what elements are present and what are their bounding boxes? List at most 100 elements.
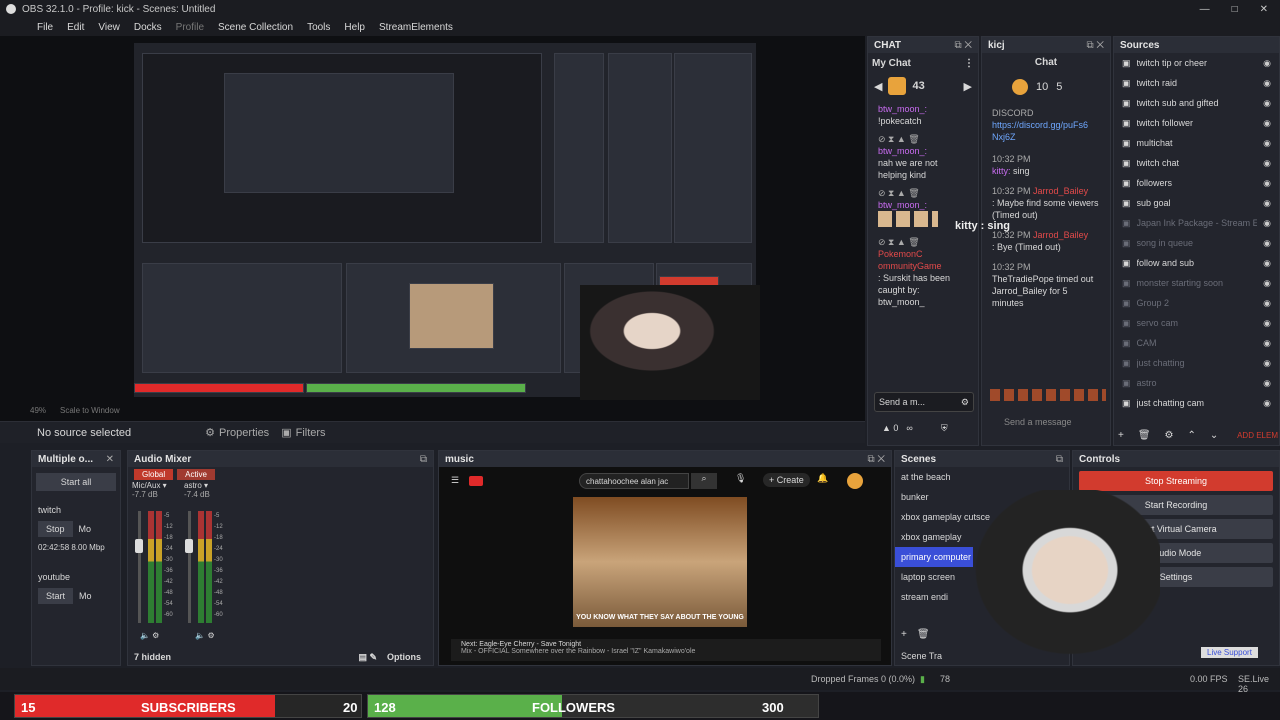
source-item[interactable]: ▣ twitch follower ◉ <box>1114 113 1279 133</box>
visibility-eye-icon[interactable]: ◉ <box>1263 398 1271 409</box>
visibility-eye-icon[interactable]: ◉ <box>1263 58 1271 69</box>
menu-help[interactable]: Help <box>344 22 365 33</box>
visibility-eye-icon[interactable]: ◉ <box>1263 158 1271 169</box>
chat-username[interactable]: PokemonC ommunityGame <box>878 249 942 271</box>
close-icon[interactable]: ✕ <box>106 454 114 465</box>
youtube-search-input[interactable]: chattahoochee alan jac <box>579 473 689 489</box>
source-item[interactable]: ▣ follow and sub ◉ <box>1114 253 1279 273</box>
source-item[interactable]: ▣ monster starting soon ◉ <box>1114 273 1279 293</box>
visibility-eye-icon[interactable]: ◉ <box>1263 358 1271 369</box>
kebab-menu-icon[interactable]: ⋮ <box>964 58 974 69</box>
remove-scene-icon[interactable]: 🗑 <box>917 629 930 640</box>
create-button[interactable]: + Create <box>763 473 810 487</box>
visibility-eye-icon[interactable]: ◉ <box>1263 118 1271 129</box>
discord-link[interactable]: https://discord.gg/puFs6 Nxj6Z <box>992 119 1100 143</box>
close-icon[interactable]: ⧉ ✕ <box>954 40 972 51</box>
options-button[interactable]: Options <box>387 652 421 662</box>
search-icon[interactable]: ⌕ <box>691 473 717 489</box>
filters-button[interactable]: ▣ Filters <box>281 426 325 440</box>
menu-streamelements[interactable]: StreamElements <box>379 22 453 33</box>
zoom-level[interactable]: 49% <box>30 406 46 415</box>
menu-docks[interactable]: Docks <box>134 22 162 33</box>
add-element-button[interactable]: ADD ELEM <box>1237 431 1278 440</box>
source-item[interactable]: ▣ followers ◉ <box>1114 173 1279 193</box>
layout-icon[interactable]: ▤ ✎ <box>358 652 377 663</box>
source-item[interactable]: ▣ sub goal ◉ <box>1114 193 1279 213</box>
move-up-icon[interactable]: ⌃ <box>1188 430 1196 441</box>
chat-username[interactable]: btw_moon_: <box>878 104 927 114</box>
source-item[interactable]: ▣ Japan Ink Package - Stream Ende ◉ <box>1114 213 1279 233</box>
menu-file[interactable]: File <box>37 22 53 33</box>
mod-icons[interactable]: ⊘ ⧗ ▲ 🗑 <box>878 188 920 198</box>
source-item[interactable]: ▣ Group 2 ◉ <box>1114 293 1279 313</box>
source-settings-icon[interactable]: ⚙ <box>1165 430 1174 441</box>
scene-item[interactable]: at the beach <box>895 467 1069 487</box>
menu-edit[interactable]: Edit <box>67 22 84 33</box>
add-source-icon[interactable]: + <box>1118 430 1124 441</box>
hidden-count[interactable]: 7 hidden <box>134 652 171 662</box>
tab-global[interactable]: Global <box>134 469 174 480</box>
chat-username[interactable]: btw_moon_: <box>878 146 927 156</box>
next-up[interactable]: Next: Eagle-Eye Cherry - Save Tonight <box>461 641 871 648</box>
start-all-button[interactable]: Start all <box>36 473 116 491</box>
source-item[interactable]: ▣ multichat ◉ <box>1114 133 1279 153</box>
visibility-eye-icon[interactable]: ◉ <box>1263 318 1271 329</box>
source-item[interactable]: ▣ twitch raid ◉ <box>1114 73 1279 93</box>
float-icon[interactable]: ⧉ <box>420 454 427 465</box>
visibility-eye-icon[interactable]: ◉ <box>1263 278 1271 289</box>
chevron-left-icon[interactable]: ◀ <box>874 80 882 93</box>
scene-transition[interactable]: Scene Tra <box>901 651 942 661</box>
youtube-logo-icon[interactable] <box>469 475 484 486</box>
avatar[interactable] <box>847 473 863 489</box>
zoom-mode[interactable]: Scale to Window <box>60 406 120 415</box>
shield-icon[interactable]: ⛨ <box>941 423 948 434</box>
start-target-button[interactable]: Start <box>38 588 74 604</box>
chevron-right-icon[interactable]: ▶ <box>964 80 972 93</box>
next-up-mix[interactable]: Mix - OFFICIAL Somewhere over the Rainbo… <box>461 648 871 655</box>
visibility-eye-icon[interactable]: ◉ <box>1263 378 1271 389</box>
visibility-eye-icon[interactable]: ◉ <box>1263 138 1271 149</box>
visibility-eye-icon[interactable]: ◉ <box>1263 78 1271 89</box>
properties-button[interactable]: ⚙ Properties <box>205 426 269 440</box>
source-item[interactable]: ▣ CAM ◉ <box>1114 333 1279 353</box>
chat-input[interactable]: Send a m... ⚙ <box>874 392 974 412</box>
visibility-eye-icon[interactable]: ◉ <box>1263 238 1271 249</box>
source-item[interactable]: ▣ astro ◉ <box>1114 373 1279 393</box>
source-item[interactable]: ▣ song in queue ◉ <box>1114 233 1279 253</box>
chat-username[interactable]: Jarrod_Bailey <box>1033 230 1088 240</box>
source-item[interactable]: ▣ twitch sub and gifted ◉ <box>1114 93 1279 113</box>
bell-icon[interactable]: 🔔 <box>817 473 828 484</box>
fader-knob[interactable] <box>185 539 193 553</box>
speaker-icon[interactable]: 🔈 ⚙ <box>140 631 159 640</box>
close-icon[interactable]: ⧉ ✕ <box>867 454 885 465</box>
menu-tools[interactable]: Tools <box>307 22 330 33</box>
infinity-icon[interactable]: ∞ <box>906 423 912 434</box>
visibility-eye-icon[interactable]: ◉ <box>1263 178 1271 189</box>
tab-active[interactable]: Active <box>177 469 215 480</box>
fader-knob[interactable] <box>135 539 143 553</box>
source-item[interactable]: ▣ just chatting cam ◉ <box>1114 393 1279 413</box>
visibility-eye-icon[interactable]: ◉ <box>1263 298 1271 309</box>
mod-icons[interactable]: ⊘ ⧗ ▲ 🗑 <box>878 237 920 247</box>
maximize-button[interactable]: □ <box>1232 4 1238 15</box>
visibility-eye-icon[interactable]: ◉ <box>1263 258 1271 269</box>
visibility-eye-icon[interactable]: ◉ <box>1263 218 1271 229</box>
live-support-button[interactable]: Live Support <box>1201 647 1258 658</box>
points-icon[interactable]: ▲ 0 <box>882 423 898 434</box>
chat-username[interactable]: kitty: <box>992 166 1011 176</box>
float-icon[interactable]: ⧉ <box>1056 454 1063 465</box>
source-item[interactable]: ▣ twitch tip or cheer ◉ <box>1114 53 1279 73</box>
remove-source-icon[interactable]: 🗑 <box>1138 430 1151 441</box>
visibility-eye-icon[interactable]: ◉ <box>1263 338 1271 349</box>
source-item[interactable]: ▣ just chatting ◉ <box>1114 353 1279 373</box>
source-item[interactable]: ▣ servo cam ◉ <box>1114 313 1279 333</box>
add-scene-icon[interactable]: + <box>901 629 907 640</box>
move-down-icon[interactable]: ⌄ <box>1210 430 1218 441</box>
menu-profile[interactable]: Profile <box>176 22 204 33</box>
more-target-button[interactable]: Mo <box>79 524 92 534</box>
menu-view[interactable]: View <box>98 22 120 33</box>
source-item[interactable]: ▣ twitch chat ◉ <box>1114 153 1279 173</box>
video-player[interactable]: YOU KNOW WHAT THEY SAY ABOUT THE YOUNG <box>573 497 747 627</box>
chat-username[interactable]: TheTradiePope <box>992 274 1054 284</box>
minimize-button[interactable]: — <box>1200 4 1210 15</box>
